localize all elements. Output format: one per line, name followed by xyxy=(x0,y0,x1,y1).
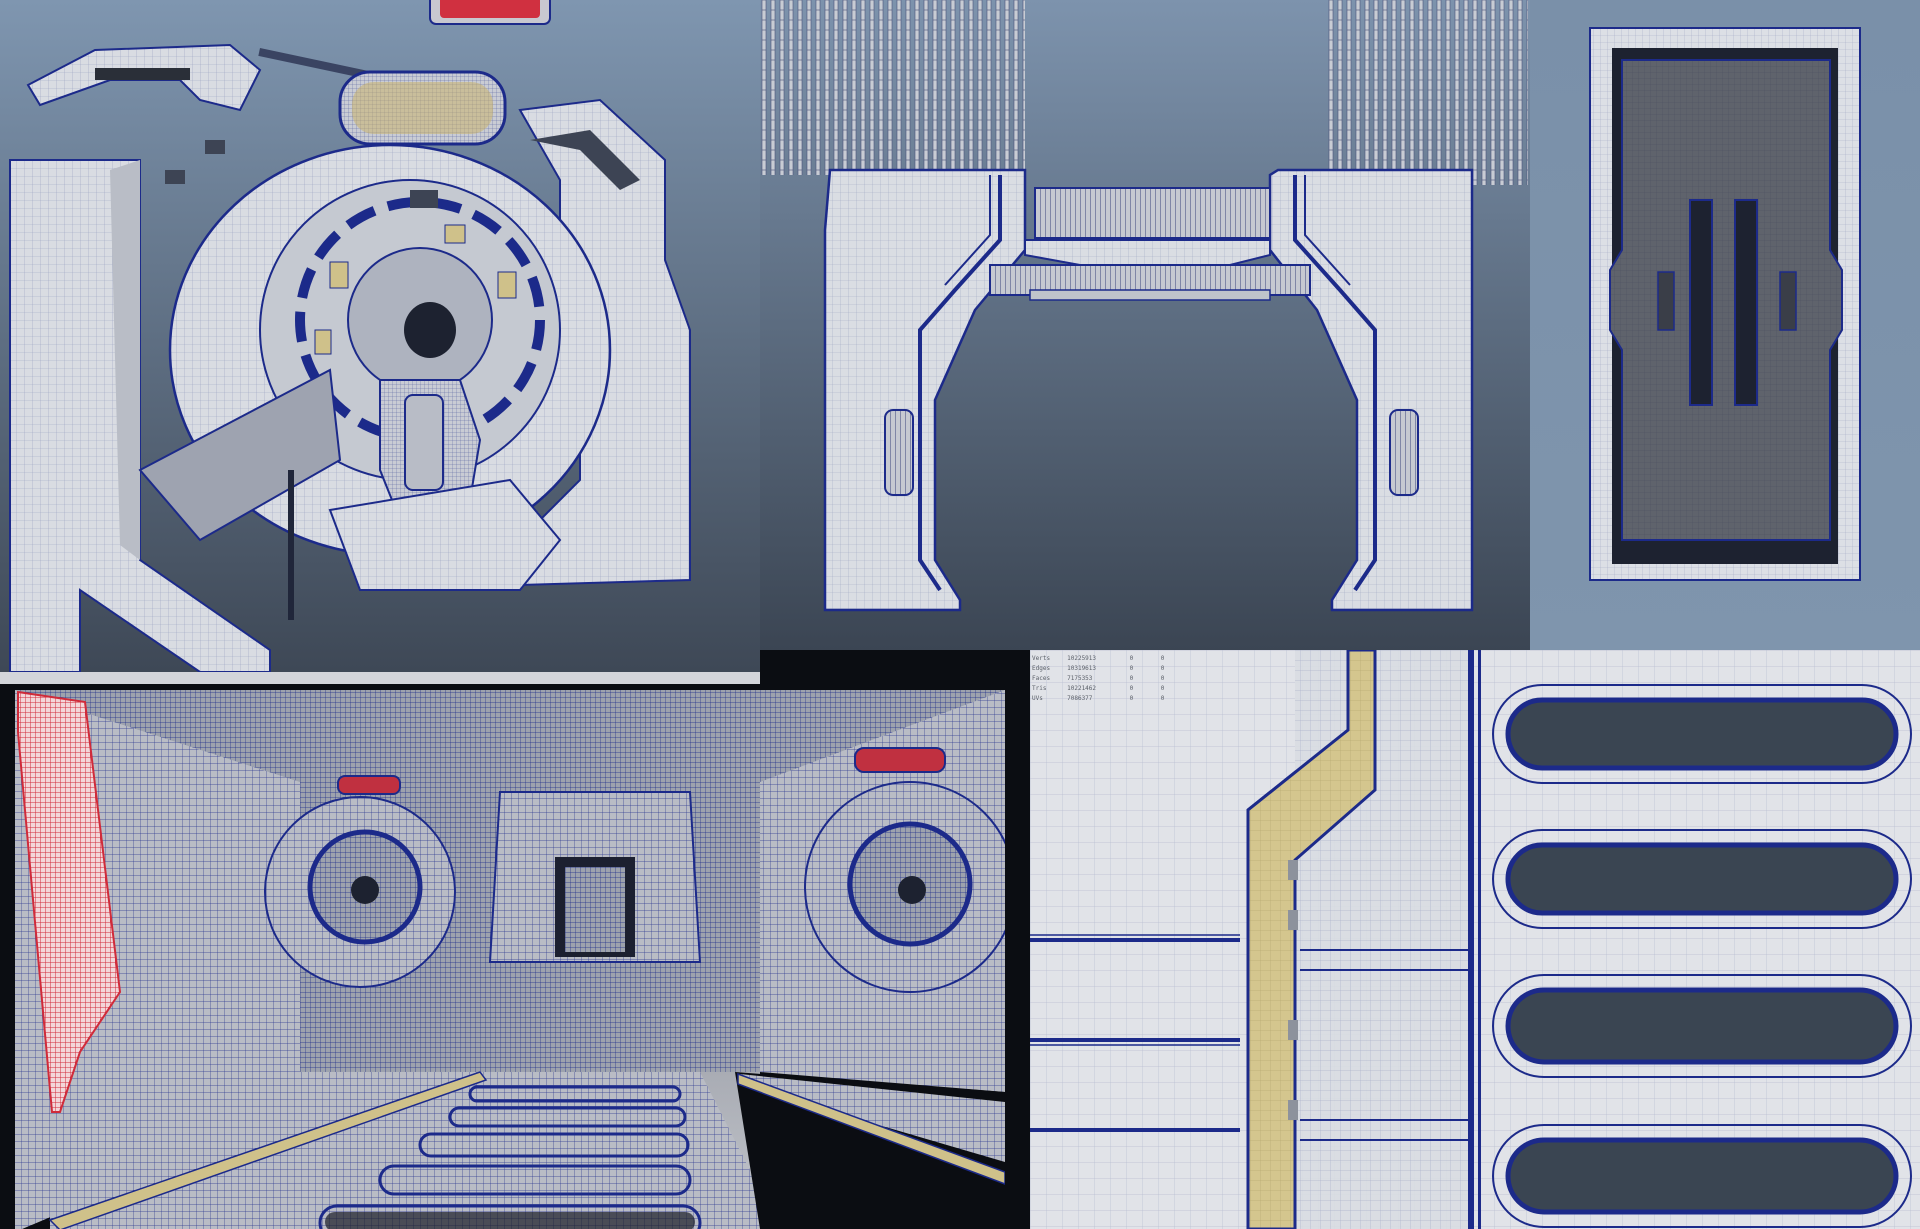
hud-col1: 0 xyxy=(1129,655,1134,662)
hud-row-faces: Faces 7175353 0 0 xyxy=(1032,674,1192,684)
hud-label: Verts xyxy=(1032,655,1051,662)
hud-row-edges: Edges 10319613 0 0 xyxy=(1032,664,1192,674)
hud-col1: 0 xyxy=(1129,695,1134,702)
hud-col1: 0 xyxy=(1129,675,1134,682)
hud-col2: 0 xyxy=(1160,685,1165,692)
door-wireframe-render xyxy=(1530,0,1920,650)
gate-wireframe-panel xyxy=(760,0,1530,650)
floor-closeup-panel: Verts 10225913 0 0 Edges 10319613 0 0 Fa… xyxy=(1030,650,1920,1229)
hud-value: 7175353 xyxy=(1067,675,1093,682)
hud-row-tris: Tris 10221462 0 0 xyxy=(1032,684,1192,694)
hud-value: 10225913 xyxy=(1067,655,1097,662)
corridor-perspective-panel xyxy=(0,672,1030,1229)
corridor-perspective-render xyxy=(0,672,1030,1229)
hud-row-uvs: UVs 7086377 0 0 xyxy=(1032,694,1192,704)
hud-row-verts: Verts 10225913 0 0 xyxy=(1032,654,1192,664)
hud-col1: 0 xyxy=(1129,665,1134,672)
hud-value: 10319613 xyxy=(1067,665,1097,672)
portal-wireframe-render xyxy=(0,0,760,672)
door-wireframe-panel xyxy=(1530,0,1920,650)
hud-col2: 0 xyxy=(1160,655,1165,662)
floor-closeup-render xyxy=(1030,650,1920,1229)
hud-col2: 0 xyxy=(1160,675,1165,682)
hud-col2: 0 xyxy=(1160,695,1165,702)
hud-label: Tris xyxy=(1032,685,1047,692)
hud-value: 7086377 xyxy=(1067,695,1093,702)
hud-label: UVs xyxy=(1032,695,1043,702)
hud-value: 10221462 xyxy=(1067,685,1097,692)
portal-wireframe-panel xyxy=(0,0,760,672)
gate-wireframe-render xyxy=(760,0,1530,650)
hud-col1: 0 xyxy=(1129,685,1134,692)
poly-count-hud: Verts 10225913 0 0 Edges 10319613 0 0 Fa… xyxy=(1030,650,1192,704)
hud-col2: 0 xyxy=(1160,665,1165,672)
hud-label: Edges xyxy=(1032,665,1051,672)
hud-label: Faces xyxy=(1032,675,1051,682)
